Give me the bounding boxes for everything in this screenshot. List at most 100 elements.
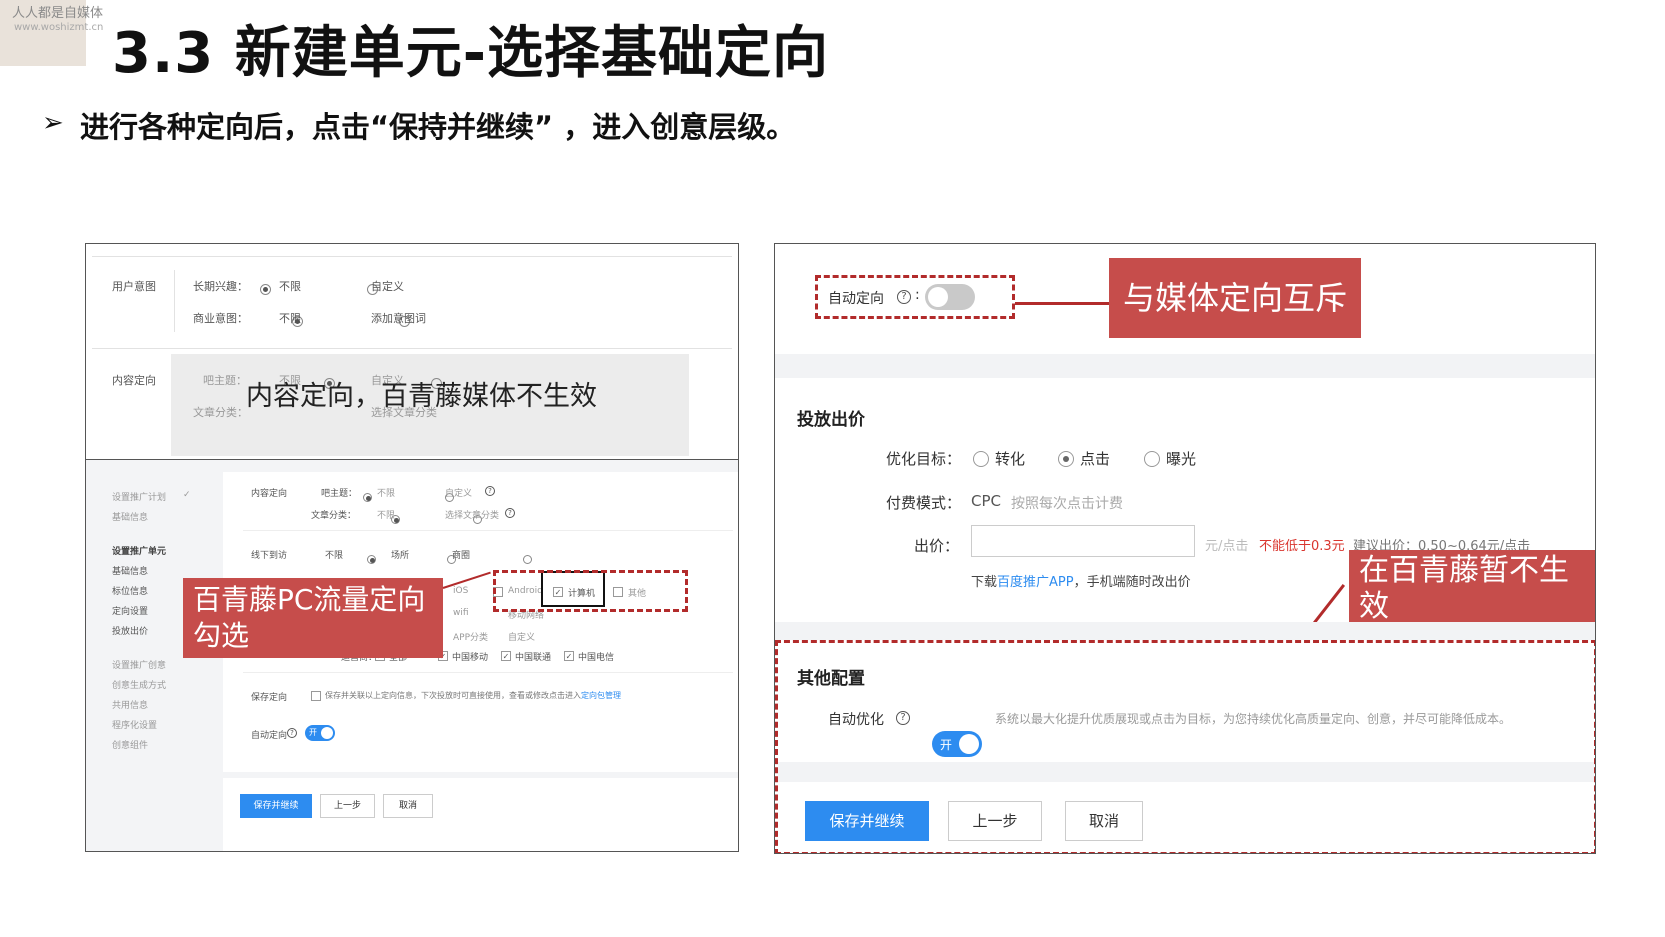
left-top-section: 用户意图 长期兴趣： 不限 自定义 商业意图： 不限 添加意图词 内容定向 吧主… [86,244,738,464]
nav-creative-item[interactable]: 创意生成方式 [112,678,166,691]
auto-optimize-label: 自动优化 [828,712,884,728]
network-option[interactable]: wifi [453,608,469,618]
price-min-warning: 不能低于0.3元 [1259,539,1345,554]
radio-label: 场所 [391,551,410,561]
radio-label: 选择文章分类 [445,511,500,521]
radio-label: 自定义 [445,489,473,499]
watermark-name: 人人都是自媒体 [12,6,104,21]
long-interest-label: 长期兴趣： [193,280,248,293]
help-icon[interactable]: ? [287,728,297,738]
carrier-checkbox[interactable]: ✓ [564,651,574,661]
save-continue-button[interactable]: 保存并继续 [240,794,312,818]
article-label: 文章分类： [193,406,248,419]
target-package-link[interactable]: 定向包管理 [581,691,621,700]
nav-creative-item[interactable]: 程序化设置 [112,718,157,731]
long-interest-unlimited-radio[interactable] [260,284,271,295]
section-gap [775,622,1595,640]
carrier-option[interactable]: 中国联通 [515,650,551,663]
divider [243,530,733,531]
other-config-heading: 其他配置 [797,669,865,689]
download-app-link[interactable]: 百度推广APP [997,575,1074,590]
pc-traffic-callout: 百青藤PC流量定向勾选 [183,578,443,658]
nav-plan[interactable]: 设置推广计划 [112,490,166,503]
offline-radio[interactable] [367,555,377,564]
help-icon[interactable]: ? [485,486,495,496]
prev-step-button[interactable]: 上一步 [320,794,375,818]
nav-unit-item[interactable]: 基础信息 [112,564,148,577]
radio-label: 不限 [279,312,301,325]
save-target-desc: 保存并关联以上定向信息，下次投放时可直接使用，查看或修改点击进入 [325,691,581,700]
left-screenshot-panel: 用户意图 长期兴趣： 不限 自定义 商业意图： 不限 添加意图词 内容定向 吧主… [85,243,739,852]
section-gap [775,354,1595,378]
auto-optimize-desc: 系统以最大化提升优质展现或点击为目标，为您持续优化高质量定向、创意，并尽可能降低… [995,712,1512,726]
bid-section-heading: 投放出价 [797,410,865,430]
not-effective-callout: 在百青藤暂不生效 [1349,550,1595,630]
divider [174,270,175,332]
watermark-url: www.woshizmt.cn [14,22,104,33]
button-bar: 保存并继续 上一步 取消 [223,778,738,851]
divider [243,672,733,673]
opt-goal-convert[interactable]: 转化 [973,448,1025,469]
help-icon[interactable]: ? [897,290,911,304]
app-option[interactable]: APP分类 [453,630,488,643]
prev-step-button[interactable]: 上一步 [948,801,1042,841]
download-prefix: 下载 [971,575,998,590]
left-bottom-section: 设置推广计划 ✓ 基础信息 设置推广单元 基础信息 标位信息 定向设置 投放出价… [86,460,738,851]
carrier-option[interactable]: 中国移动 [452,650,488,663]
nav-creative-item[interactable]: 创意组件 [112,738,148,751]
help-icon[interactable]: ? [896,711,910,725]
tieba-label: 吧主题： [203,374,247,387]
nav-creative[interactable]: 设置推广创意 [112,658,166,671]
nav-plan-basic[interactable]: 基础信息 [112,510,148,523]
save-target-checkbox[interactable] [311,691,321,701]
check-icon: ✓ [183,490,191,500]
callout-connector [1015,302,1109,305]
download-tip: 下载百度推广APP，手机端随时改出价 [971,571,1191,590]
save-target-label: 保存定向 [251,693,288,703]
help-icon[interactable]: ? [505,508,515,518]
biz-intent-label: 商业意图： [193,312,248,325]
user-intent-label: 用户意图 [112,280,156,293]
opt-goal-click[interactable]: 点击 [1058,448,1110,469]
bullet-arrow-icon: ➢ [42,108,64,138]
nav-unit-item[interactable]: 标位信息 [112,584,148,597]
opt-goal-label: 优化目标： [886,450,962,468]
auto-optimize-toggle[interactable]: 开 [932,731,982,757]
nav-unit-item[interactable]: 定向设置 [112,604,148,617]
nav-unit[interactable]: 设置推广单元 [112,544,166,557]
right-screenshot-panel: 自动定向 ? : 与媒体定向互斥 投放出价 优化目标： 转化 点击 曝光 付费模… [774,243,1596,854]
app-option[interactable]: 自定义 [508,630,535,643]
auto-target-toggle[interactable] [925,284,975,310]
device-option[interactable]: iOS [453,586,468,596]
opt-goal-expose[interactable]: 曝光 [1144,448,1196,469]
toggle-knob [321,727,333,739]
colon: : [915,287,920,303]
cancel-button[interactable]: 取消 [1065,801,1143,841]
divider [92,256,732,257]
carrier-option[interactable]: 中国电信 [578,650,614,663]
price-unit: 元/点击 [1205,539,1249,554]
article-label: 文章分类： [311,511,357,521]
cancel-button[interactable]: 取消 [383,794,433,818]
auto-target-label: 自动定向 [828,291,884,307]
pay-mode-label: 付费模式： [886,494,962,512]
auto-target-toggle[interactable]: 开 [305,725,335,741]
tieba-unlimited-radio[interactable] [363,493,372,502]
price-input[interactable] [971,525,1195,557]
radio-label: 添加意图词 [371,312,426,325]
nav-creative-item[interactable]: 共用信息 [112,698,148,711]
pay-mode-value: CPC [971,492,1001,510]
radio-label: 商圈 [452,551,471,561]
download-suffix: ，手机端随时改出价 [1073,575,1191,590]
nav-unit-item[interactable]: 投放出价 [112,624,148,637]
divider [92,348,732,349]
content-target-label: 内容定向 [112,374,156,387]
radio-label: 自定义 [371,280,404,293]
content-target-callout: 内容定向，百青藤媒体不生效 [246,381,597,412]
device-dash-box [493,570,688,612]
bullet-text: 进行各种定向后，点击“保持并继续” ，进入创意层级。 [80,110,796,144]
offline-radio[interactable] [522,555,532,564]
toggle-knob [959,734,979,754]
save-continue-button[interactable]: 保存并继续 [805,801,929,841]
carrier-checkbox[interactable]: ✓ [501,651,511,661]
